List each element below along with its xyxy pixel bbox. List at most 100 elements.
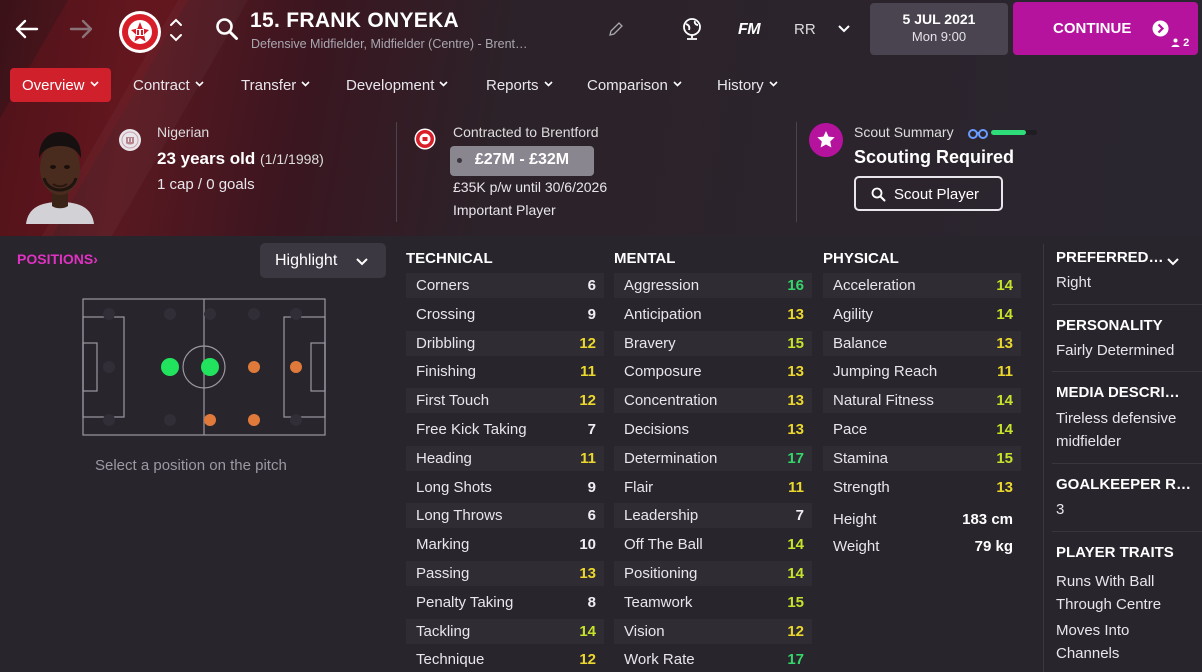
attribute-value: 13	[787, 421, 804, 438]
attribute-row[interactable]: Pace 14	[823, 417, 1021, 442]
attribute-row[interactable]: Dribbling 12	[406, 330, 604, 356]
chevron-down-icon[interactable]	[1166, 257, 1180, 267]
search-icon	[871, 187, 886, 202]
attribute-row[interactable]: Marking 10	[406, 532, 604, 557]
continue-label: CONTINUE	[1053, 20, 1132, 37]
attribute-row[interactable]: Anticipation 13	[614, 302, 812, 327]
globe-icon[interactable]	[681, 17, 703, 41]
attribute-row[interactable]: Leadership 7	[614, 503, 812, 529]
attribute-row[interactable]: Decisions 13	[614, 417, 812, 442]
tab-contract[interactable]: Contract	[121, 68, 216, 102]
attribute-row[interactable]: Vision 12	[614, 618, 812, 644]
forward-arrow-icon[interactable]	[66, 14, 96, 44]
tab-development[interactable]: Development	[334, 68, 460, 102]
fm-logo[interactable]: FM	[738, 21, 761, 39]
contract-club[interactable]: Contracted to Brentford	[453, 124, 599, 140]
attribute-name: Leadership	[624, 507, 699, 525]
tab-transfer[interactable]: Transfer	[229, 68, 322, 102]
attribute-value: 14	[787, 536, 804, 554]
attribute-row[interactable]: Corners 6	[406, 273, 604, 298]
switch-player-chevrons-icon[interactable]	[168, 14, 184, 46]
highlight-label: Highlight	[275, 252, 338, 269]
divider	[796, 122, 797, 222]
attribute-row[interactable]: Bravery 15	[614, 330, 812, 356]
positions-link[interactable]: POSITIONS›	[17, 251, 98, 267]
attribute-row[interactable]: Tackling 14	[406, 618, 604, 644]
rr-label[interactable]: RR	[794, 21, 816, 38]
position-dot-natural[interactable]	[161, 358, 179, 376]
attribute-row[interactable]: Finishing 11	[406, 359, 604, 384]
preferred-foot-title[interactable]: PREFERRED…	[1056, 249, 1164, 266]
position-dot-unconvincing[interactable]	[248, 361, 260, 373]
attribute-name: Determination	[624, 449, 718, 467]
scout-knowledge-fill	[991, 130, 1026, 135]
attribute-row[interactable]: Penalty Taking 8	[406, 590, 604, 615]
position-dot-unconvincing[interactable]	[248, 414, 260, 426]
attribute-name: Agility	[833, 305, 874, 323]
media-description-line: midfielder	[1056, 433, 1122, 450]
attribute-value: 13	[996, 334, 1013, 352]
attribute-row[interactable]: Crossing 9	[406, 302, 604, 327]
attribute-name: Strength	[833, 478, 890, 496]
attribute-row[interactable]: Passing 13	[406, 561, 604, 586]
attribute-value: 7	[795, 507, 804, 525]
attribute-row[interactable]: Balance 13	[823, 330, 1021, 356]
player-trait-line: Moves Into	[1056, 622, 1130, 639]
scout-player-button[interactable]: Scout Player	[854, 176, 1003, 211]
club-crest-icon[interactable]	[414, 128, 436, 150]
attribute-row[interactable]: First Touch 12	[406, 388, 604, 414]
attribute-name: Composure	[624, 363, 702, 381]
attribute-row[interactable]: Free Kick Taking 7	[406, 417, 604, 442]
attribute-row[interactable]: Flair 11	[614, 475, 812, 500]
transfer-value-tag[interactable]: £27M - £32M	[450, 146, 594, 176]
height-value: 183 cm	[962, 511, 1013, 528]
edit-pencil-icon[interactable]	[608, 21, 624, 37]
attribute-row[interactable]: Positioning 14	[614, 561, 812, 586]
attribute-row[interactable]: Agility 14	[823, 302, 1021, 327]
attribute-row[interactable]: Aggression 16	[614, 273, 812, 298]
attribute-value: 13	[787, 363, 804, 381]
attribute-row[interactable]: Strength 13	[823, 475, 1021, 500]
physical-heading: PHYSICAL	[823, 250, 899, 267]
continue-button[interactable]: CONTINUE 2	[1013, 2, 1198, 55]
attribute-row[interactable]: Off The Ball 14	[614, 532, 812, 557]
attribute-row[interactable]: Teamwork 15	[614, 590, 812, 615]
position-dot-unconvincing[interactable]	[290, 361, 302, 373]
attribute-row[interactable]: Jumping Reach 11	[823, 359, 1021, 384]
attribute-row[interactable]: Acceleration 14	[823, 273, 1021, 298]
personality-value: Fairly Determined	[1056, 342, 1175, 359]
search-icon[interactable]	[214, 16, 240, 42]
attribute-name: Off The Ball	[624, 536, 703, 554]
attribute-row[interactable]: Stamina 15	[823, 445, 1021, 471]
weight-row: Weight 79 kg	[823, 536, 1021, 558]
tab-history[interactable]: History	[705, 68, 790, 102]
player-photo[interactable]	[22, 122, 98, 224]
attribute-row[interactable]: Determination 17	[614, 445, 812, 471]
attribute-row[interactable]: Composure 13	[614, 359, 812, 384]
club-crest-icon[interactable]	[118, 10, 162, 54]
position-pitch[interactable]	[82, 298, 326, 436]
nationality: Nigerian	[157, 124, 210, 140]
attribute-name: Jumping Reach	[833, 363, 938, 381]
attribute-row[interactable]: Heading 11	[406, 445, 604, 471]
attribute-row[interactable]: Long Shots 9	[406, 475, 604, 500]
attribute-row[interactable]: Concentration 13	[614, 388, 812, 414]
game-date-box[interactable]: 5 JUL 2021 Mon 9:00	[870, 3, 1008, 55]
attribute-row[interactable]: Technique 12	[406, 647, 604, 672]
attribute-name: Penalty Taking	[416, 593, 514, 611]
tab-comparison[interactable]: Comparison	[575, 68, 694, 102]
attribute-row[interactable]: Work Rate 17	[614, 647, 812, 672]
position-dot-unconvincing[interactable]	[204, 414, 216, 426]
attribute-name: Natural Fitness	[833, 392, 934, 410]
chevron-down-icon[interactable]	[837, 22, 851, 36]
highlight-dropdown[interactable]: Highlight	[260, 243, 386, 278]
tab-reports[interactable]: Reports	[474, 68, 565, 102]
attribute-value: 15	[996, 449, 1013, 467]
tab-overview[interactable]: Overview	[10, 68, 111, 102]
attribute-row[interactable]: Natural Fitness 14	[823, 388, 1021, 414]
attribute-row[interactable]: Long Throws 6	[406, 503, 604, 529]
back-arrow-icon[interactable]	[12, 14, 42, 44]
player-traits-title: PLAYER TRAITS	[1056, 544, 1174, 561]
position-dot-natural[interactable]	[201, 358, 219, 376]
attribute-name: Bravery	[624, 334, 676, 352]
